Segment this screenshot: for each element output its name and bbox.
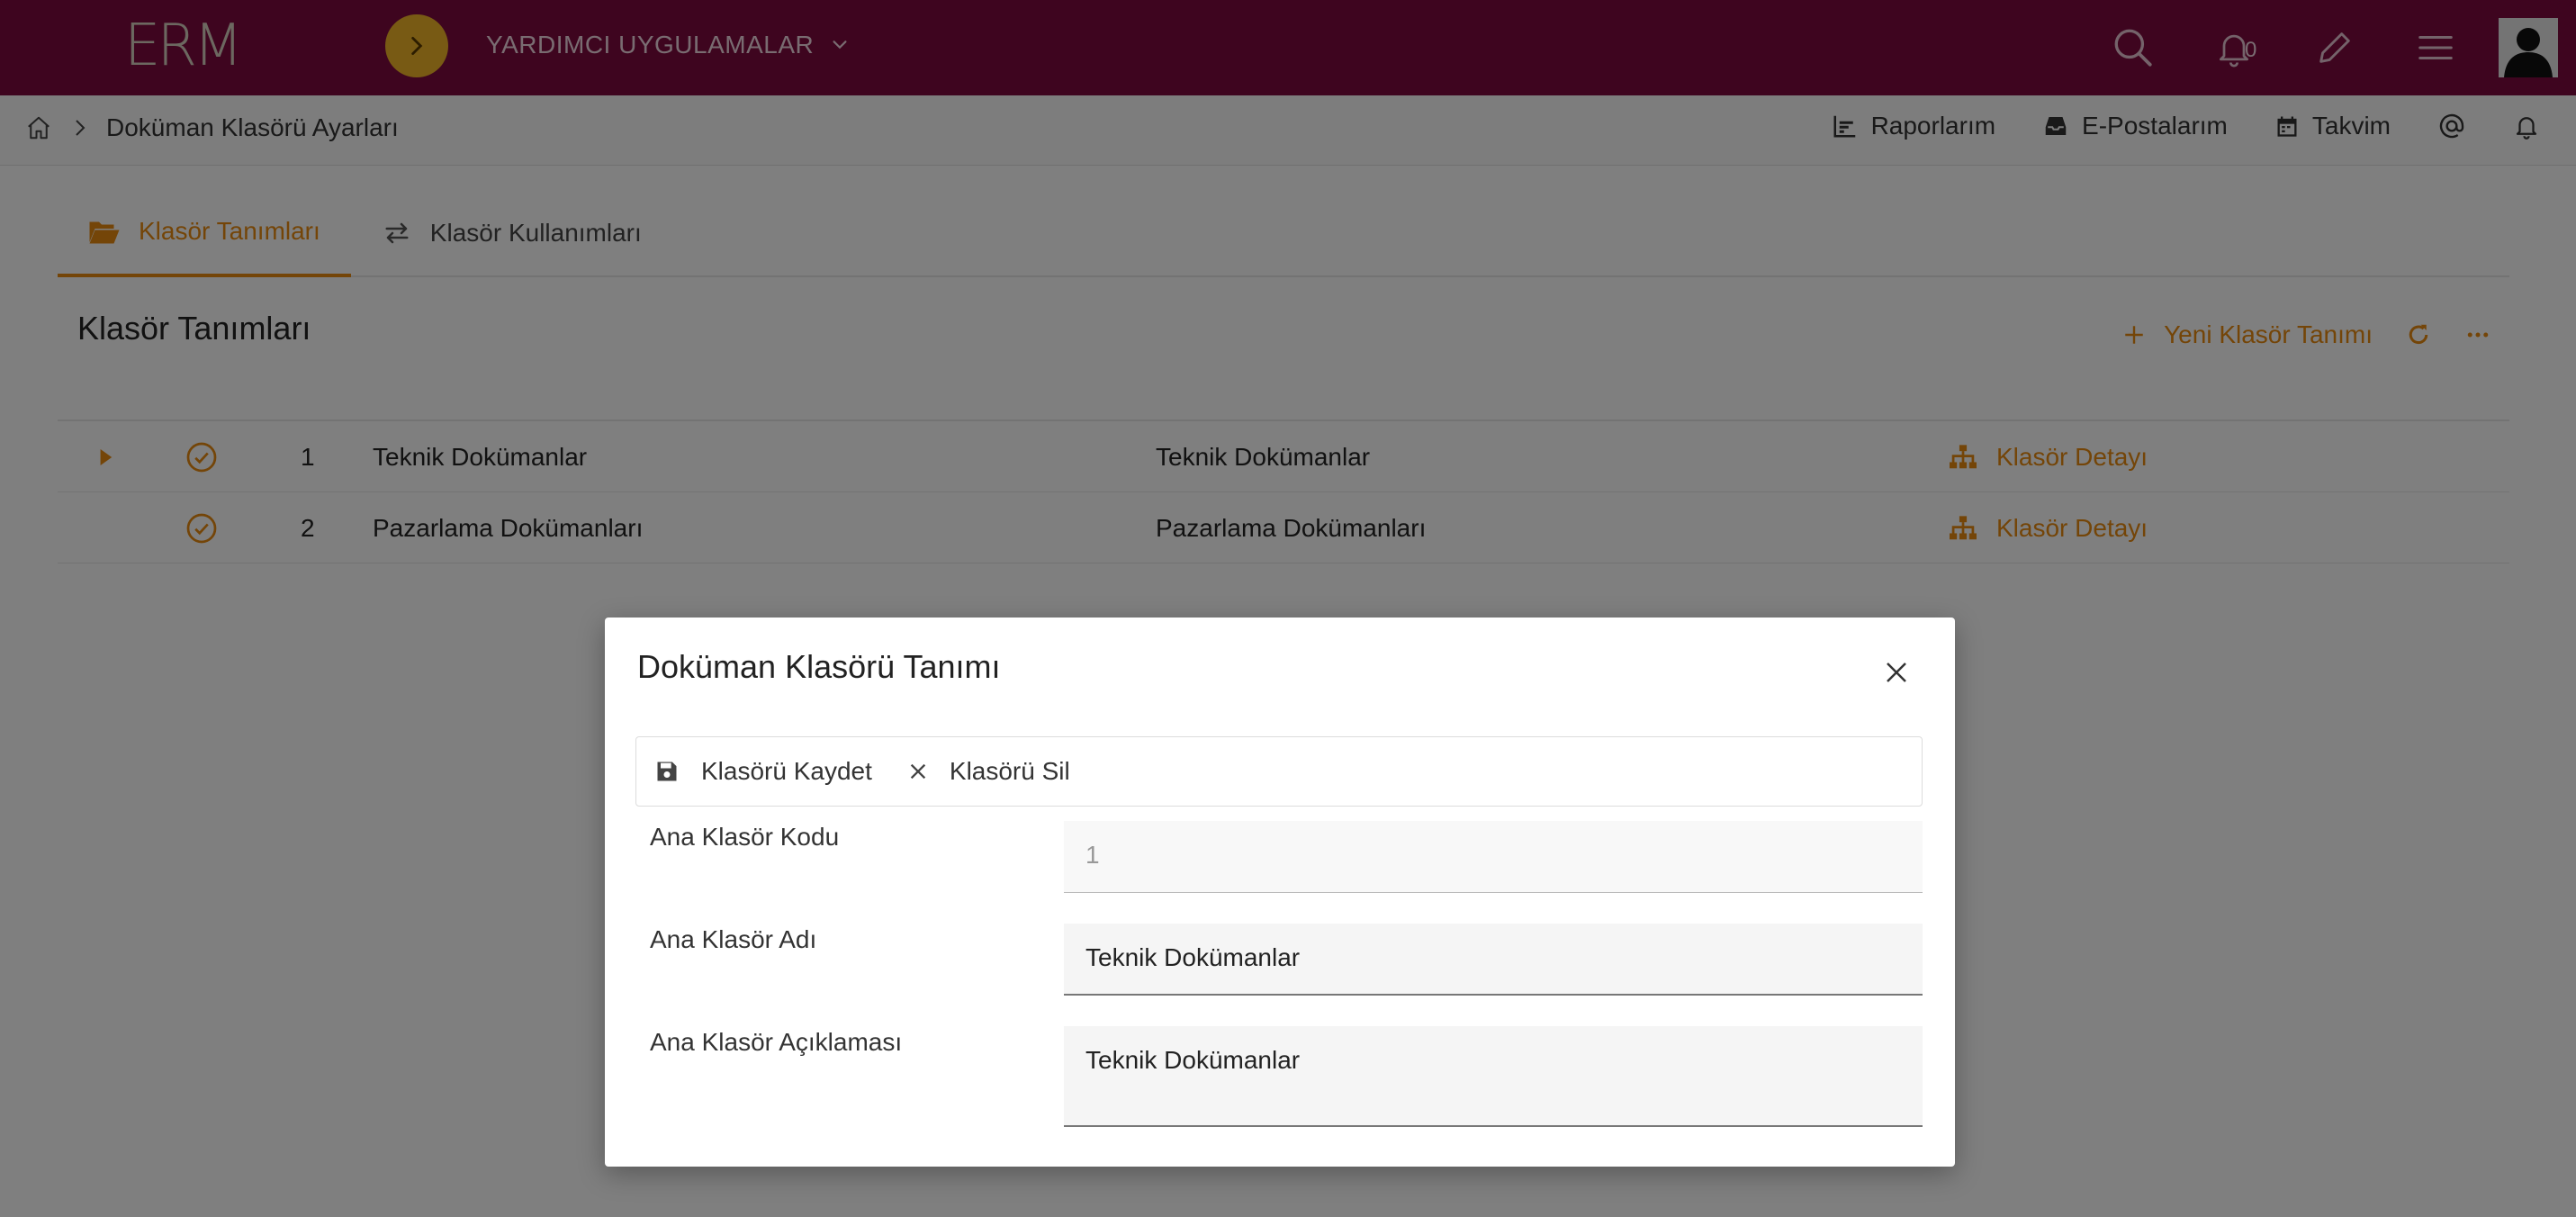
field-label: Ana Klasör Açıklaması xyxy=(650,1028,903,1056)
close-icon xyxy=(1887,663,1906,682)
field-label: Ana Klasör Adı xyxy=(650,925,817,953)
folder-code-field: 1 xyxy=(1064,821,1923,893)
field-label: Ana Klasör Kodu xyxy=(650,823,840,851)
save-folder-button[interactable]: Klasörü Kaydet xyxy=(636,757,890,786)
form-row-folder-description: Ana Klasör Açıklaması Teknik Dokümanlar xyxy=(650,1026,1923,1127)
save-folder-label: Klasörü Kaydet xyxy=(701,757,872,785)
close-icon xyxy=(910,763,926,780)
folder-description-field[interactable]: Teknik Dokümanlar xyxy=(1064,1026,1923,1127)
form-row-folder-name: Ana Klasör Adı Teknik Dokümanlar xyxy=(650,924,1923,1006)
form-row-folder-code: Ana Klasör Kodu 1 xyxy=(650,821,1923,904)
folder-name-field[interactable]: Teknik Dokümanlar xyxy=(1064,924,1923,996)
close-dialog-button[interactable] xyxy=(1883,659,1910,686)
dialog-title: Doküman Klasörü Tanımı xyxy=(637,648,1001,685)
delete-folder-label: Klasörü Sil xyxy=(949,757,1070,785)
dialog-toolbar: Klasörü Kaydet Klasörü Sil xyxy=(635,736,1923,807)
folder-definition-dialog: Doküman Klasörü Tanımı Klasörü Kaydet Kl… xyxy=(605,618,1955,1167)
save-icon xyxy=(657,762,677,781)
delete-folder-button[interactable]: Klasörü Sil xyxy=(890,757,1088,786)
